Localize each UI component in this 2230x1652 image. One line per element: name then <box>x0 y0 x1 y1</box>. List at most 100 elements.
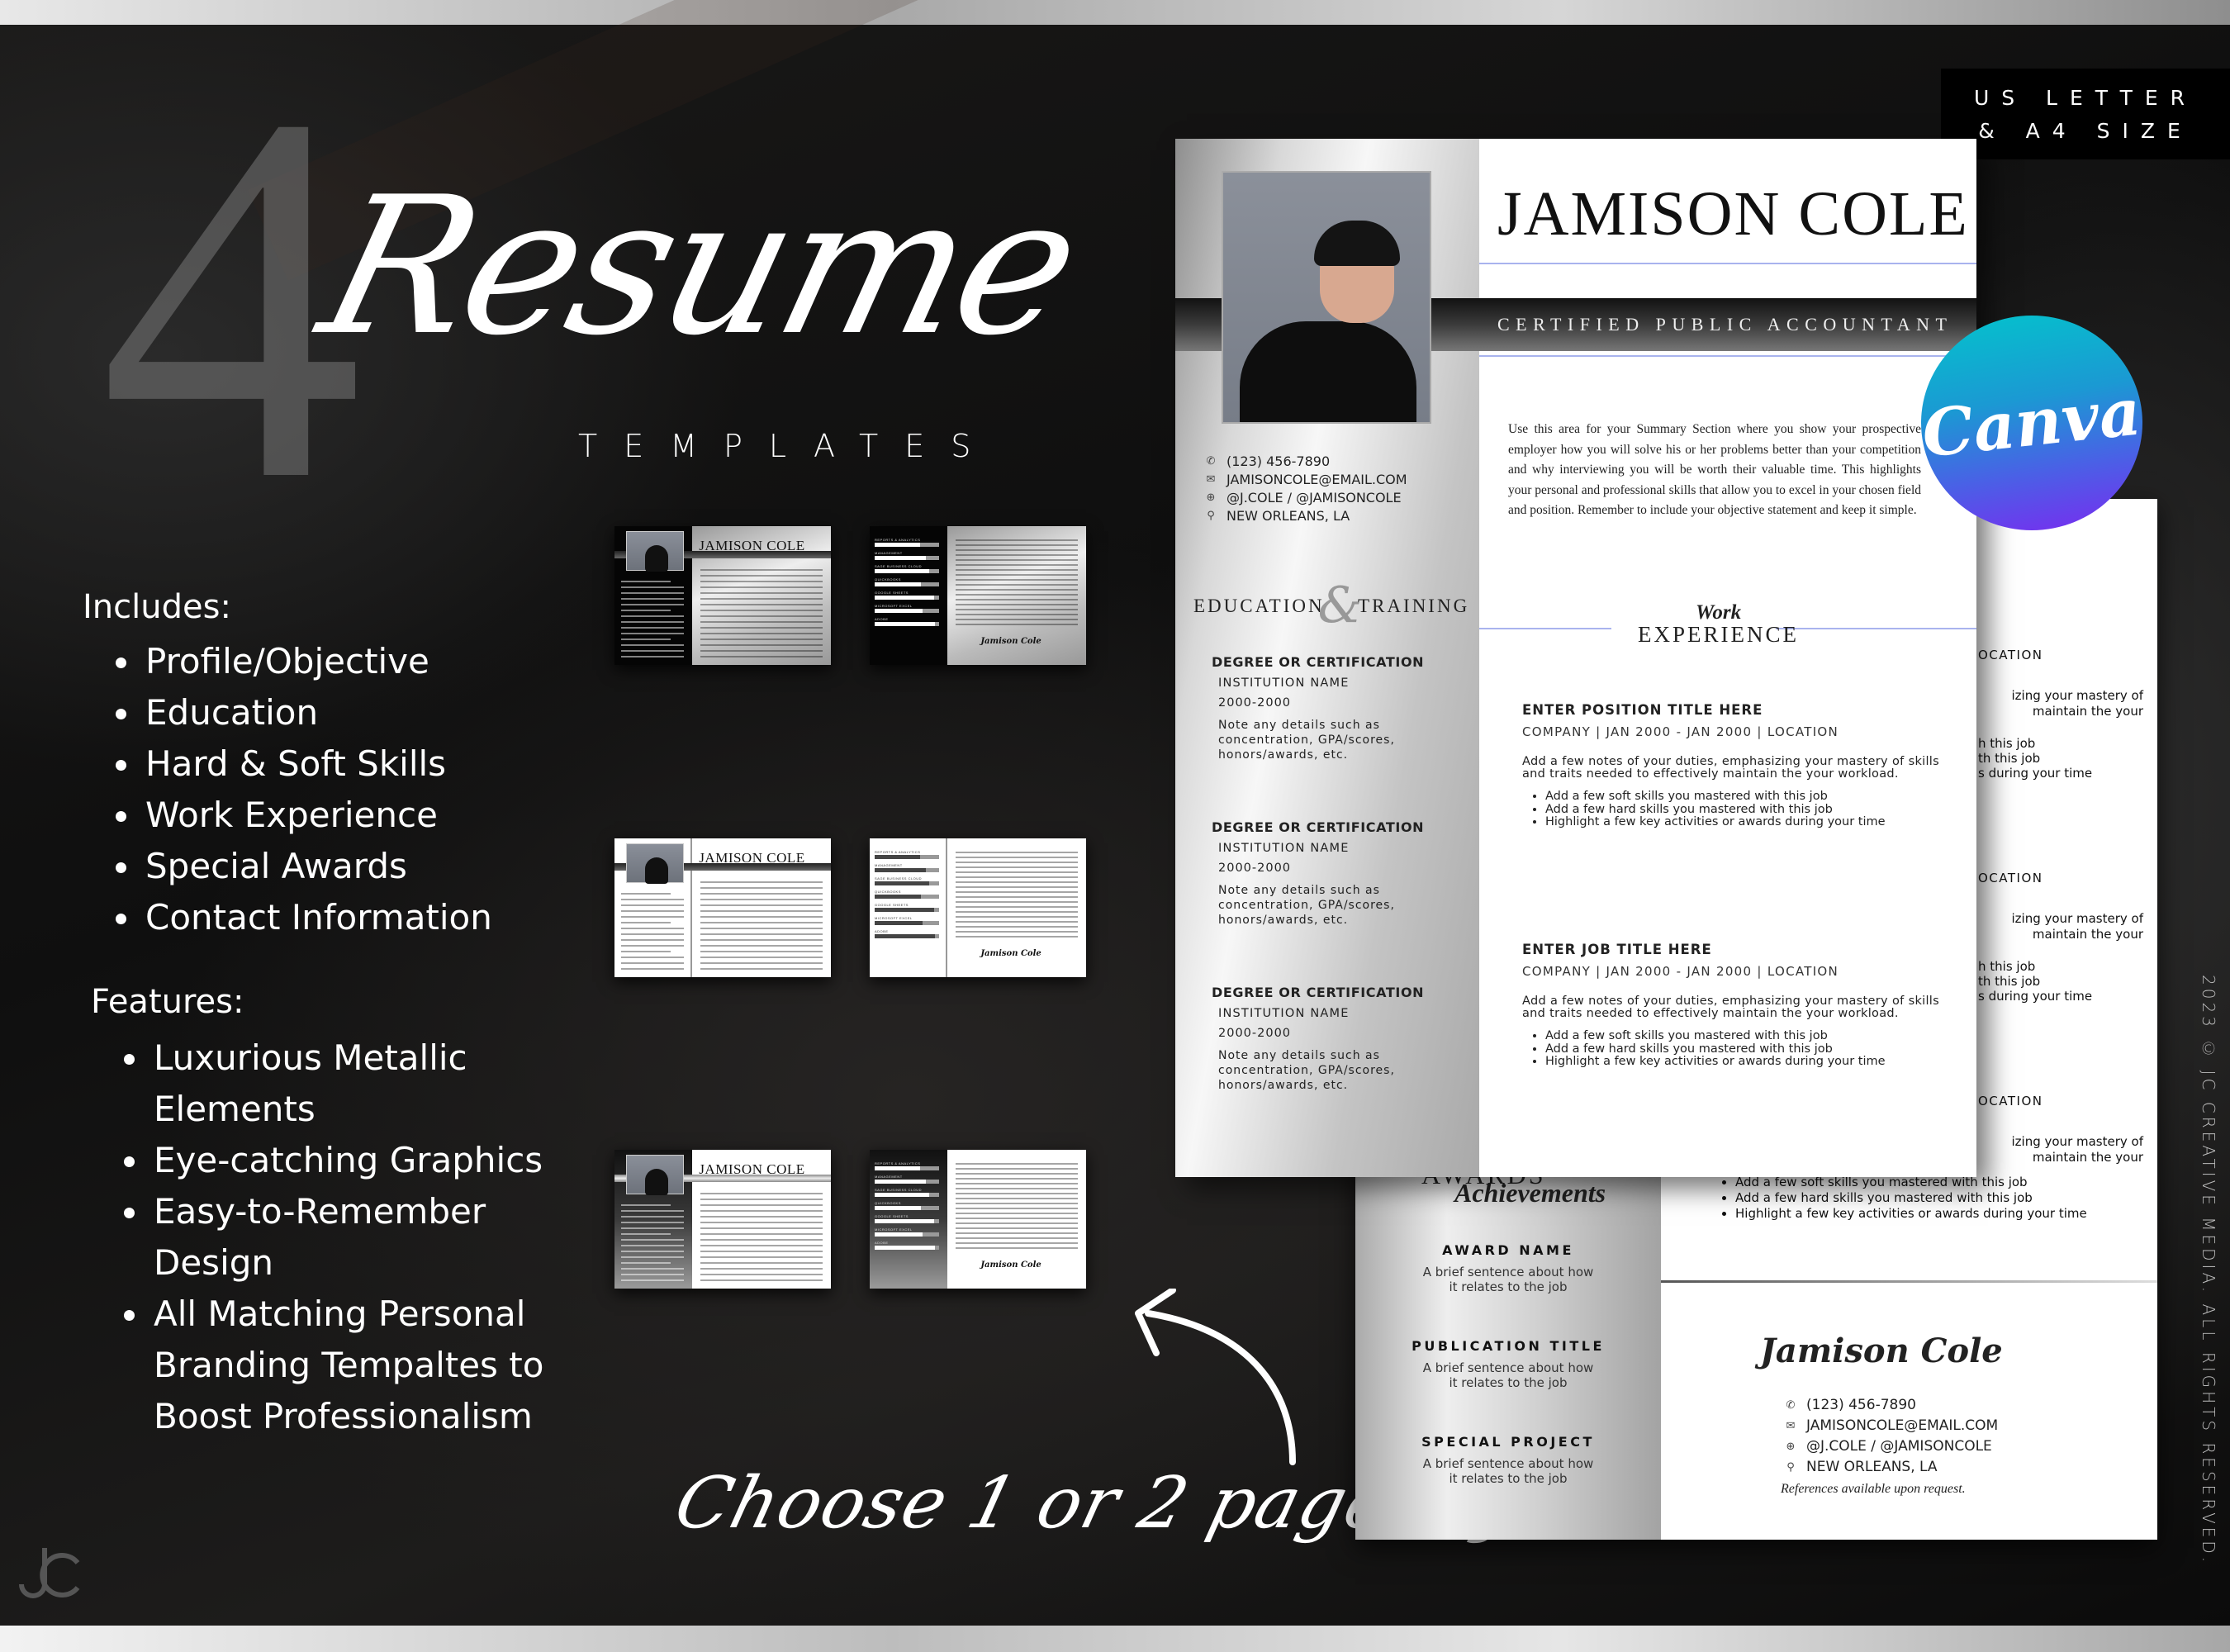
thumb-text-line <box>700 1256 823 1258</box>
thumb-text-line <box>956 1242 1079 1244</box>
thumb-skill-label: MICROSOFT EXCEL <box>875 604 913 608</box>
thumb-skill-label: GOOGLE SHEETS <box>875 1214 909 1218</box>
template-thumbnail[interactable]: REPORTS & ANALYTICS MANAGEMENT SAGE BUSINE… <box>870 526 1086 665</box>
thumb-text-line <box>700 928 823 929</box>
features-list: Luxurious Metallic Elements Eye-catching … <box>119 1032 548 1442</box>
partial-bullet: th this job <box>1978 751 2041 766</box>
template-thumbnail[interactable]: JAMISON COLE <box>614 838 831 977</box>
thumb-skill-label: MANAGEMENT <box>875 551 903 555</box>
thumb-text-line <box>621 1227 684 1229</box>
mail-icon: ✉ <box>1786 1420 1796 1432</box>
thumb-signature: Jamison Cole <box>980 949 1041 958</box>
includes-list: Profile/Objective Education Hard & Soft Sk… <box>111 636 492 943</box>
thumb-skill-bar <box>875 881 939 885</box>
resume-page-one: JAMISON COLE CERTIFIED PUBLIC ACCOUNTANT… <box>1175 139 1976 1177</box>
thumb-skill-fill <box>875 1166 920 1170</box>
degree-title: DEGREE OR CERTIFICATION <box>1212 819 1425 835</box>
resume-name: JAMISON COLE <box>1497 179 1969 249</box>
job-title: ENTER POSITION TITLE HERE <box>1522 702 1763 718</box>
thumb-text-line <box>700 922 823 923</box>
partial-bullet: th this job <box>1978 974 2041 989</box>
thumb-text-line <box>621 586 684 588</box>
partial-bullet: s during your time <box>1978 766 2093 781</box>
thumb-text-line <box>956 857 1079 858</box>
contact-row: ⊕ @J.COLE / @JAMISONCOLE <box>1785 1436 1998 1457</box>
education-years: 2000-2000 <box>1218 1027 1292 1040</box>
contact-text: @J.COLE / @JAMISONCOLE <box>1226 490 1402 506</box>
thumb-skill-fill <box>875 1206 922 1210</box>
thumb-skill-bar <box>875 868 939 872</box>
thumb-skill-label: SAGE BUSINESS CLOUD <box>875 876 923 881</box>
job-bullet: Add a few soft skills you mastered with … <box>1545 790 1939 804</box>
header-rule-top <box>1479 263 1976 264</box>
location-pin-icon: ⚲ <box>1207 510 1215 522</box>
contact-text: JAMISONCOLE@EMAIL.COM <box>1226 472 1407 487</box>
thumb-text-line <box>956 579 1079 581</box>
thumb-skill-bar <box>875 1193 939 1197</box>
contact-row: ⚲ NEW ORLEANS, LA <box>1205 507 1407 525</box>
contact-text: NEW ORLEANS, LA <box>1226 508 1350 524</box>
mail-icon: ✉ <box>1206 473 1216 486</box>
thumb-skill-label: MANAGEMENT <box>875 863 903 867</box>
thumb-main: Jamison Cole <box>947 1150 1086 1289</box>
thumb-text-line <box>956 891 1079 893</box>
institution-name: INSTITUTION NAME <box>1218 842 1350 855</box>
thumb-skill-label: QUICKBOOKS <box>875 1201 901 1205</box>
thumb-text-line <box>700 610 823 611</box>
thumb-skill-bar <box>875 908 939 912</box>
thumb-skill-fill <box>875 868 927 872</box>
template-thumbnail[interactable]: REPORTS & ANALYTICS MANAGEMENT SAGE BUSINE… <box>870 1150 1086 1289</box>
thumb-photo <box>626 531 684 572</box>
thumb-skill-bar <box>875 596 939 600</box>
contact-text: @J.COLE / @JAMISONCOLE <box>1806 1438 1992 1455</box>
thumb-skill-bar <box>875 895 939 899</box>
thumb-text-line <box>956 589 1079 591</box>
includes-item: Contact Information <box>111 892 492 943</box>
thumb-text-line <box>700 650 823 652</box>
template-thumbnail[interactable]: JAMISON COLE <box>614 526 831 665</box>
template-thumbnail[interactable]: JAMISON COLE <box>614 1150 831 1289</box>
thumb-text-line <box>956 911 1079 913</box>
education-note: Note any details such as concentration, … <box>1218 719 1395 762</box>
job-title: ENTER JOB TITLE HERE <box>1522 942 1712 957</box>
thumb-skill-fill <box>875 582 922 586</box>
thumb-text-line <box>700 615 823 617</box>
thumb-sidebar: REPORTS & ANALYTICS MANAGEMENT SAGE BUSINE… <box>870 838 948 977</box>
thumb-text-line <box>621 945 684 947</box>
partial-desc: maintain the your <box>2032 927 2143 942</box>
contact-text: JAMISONCOLE@EMAIL.COM <box>1806 1417 1999 1434</box>
template-thumbnail[interactable]: REPORTS & ANALYTICS MANAGEMENT SAGE BUSINE… <box>870 838 1086 977</box>
thumb-text-line <box>700 910 823 912</box>
globe-icon: ⊕ <box>1206 491 1216 504</box>
thumb-skill-label: GOOGLE SHEETS <box>875 591 909 595</box>
thumb-text-line <box>956 916 1079 918</box>
thumb-photo <box>626 843 684 884</box>
thumb-skill-fill <box>875 596 934 600</box>
header-rule-bottom <box>1479 355 1976 357</box>
thumb-text-line <box>956 876 1079 878</box>
contact-row: ⊕ @J.COLE / @JAMISONCOLE <box>1205 489 1407 507</box>
thumb-main: JAMISON COLE <box>692 838 831 977</box>
thumb-text-line <box>621 916 684 918</box>
includes-item: Hard & Soft Skills <box>111 738 492 790</box>
award-title: PUBLICATION TITLE <box>1412 1338 1605 1354</box>
thumb-skill-bar <box>875 622 939 626</box>
thumb-text-line <box>956 1188 1079 1189</box>
thumb-text-line <box>700 887 823 889</box>
contact-text: NEW ORLEANS, LA <box>1806 1459 1938 1475</box>
award-entry: AWARD NAME A brief sentence about how it … <box>1372 1242 1644 1294</box>
thumb-skill-bar <box>875 543 939 547</box>
thumb-text-line <box>700 939 823 941</box>
thumb-text-line <box>700 962 823 964</box>
thumb-text-line <box>621 610 671 611</box>
phone-icon: ✆ <box>1786 1399 1796 1412</box>
thumb-text-line <box>956 539 1079 541</box>
education-heading: EDUCATION&TRAINING <box>1193 577 1470 634</box>
thumb-main: JAMISON COLE <box>692 526 831 665</box>
institution-name: INSTITUTION NAME <box>1218 676 1350 690</box>
thumb-text-line <box>956 931 1079 933</box>
thumb-text-line <box>700 598 823 600</box>
thumb-text-line <box>700 575 823 577</box>
thumb-skill-bar <box>875 934 939 938</box>
thumb-text-line <box>956 1163 1079 1165</box>
